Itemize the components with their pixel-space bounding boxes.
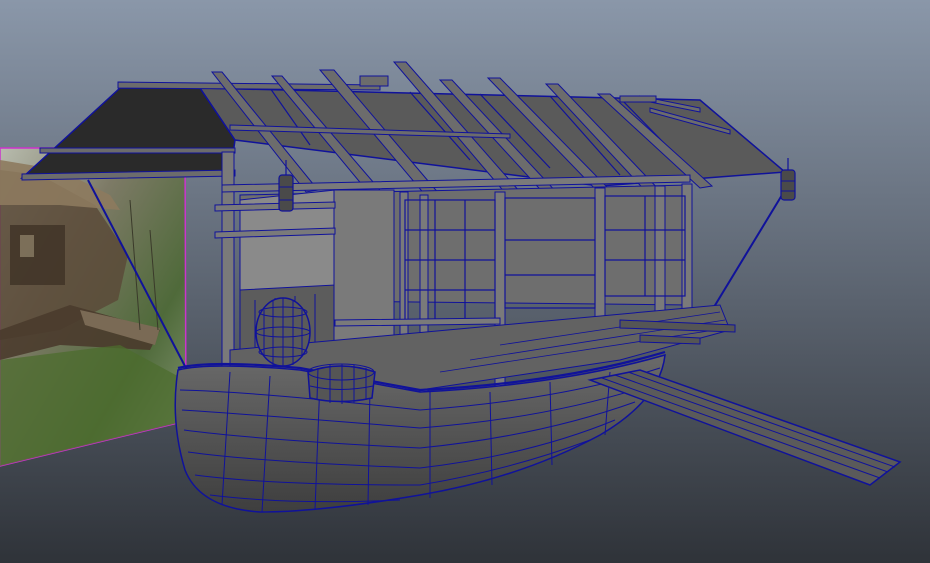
viewport-canvas[interactable]	[0, 0, 930, 563]
3d-viewport[interactable]	[0, 0, 930, 563]
barrel[interactable]	[255, 297, 311, 367]
reference-image-plane[interactable]	[0, 147, 187, 467]
basket[interactable]	[307, 363, 376, 404]
